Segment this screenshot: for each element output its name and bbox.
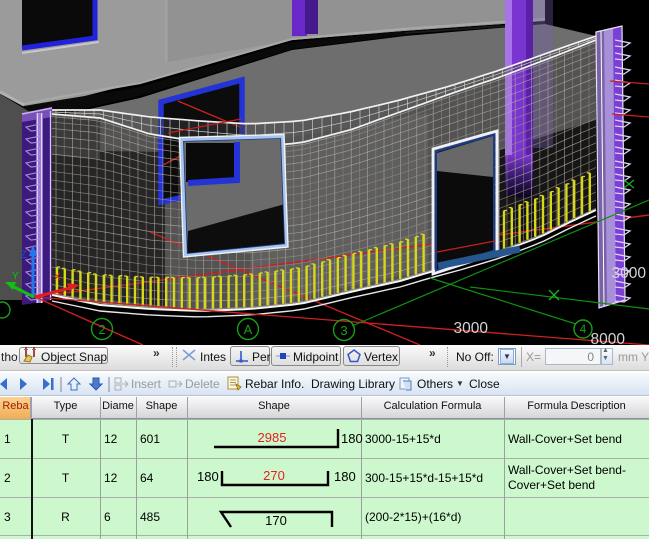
svg-text:Y: Y	[12, 271, 19, 282]
svg-text:3: 3	[340, 323, 347, 338]
svg-text:8000: 8000	[591, 331, 626, 345]
svg-text:X: X	[54, 272, 61, 283]
svg-text:A: A	[244, 322, 253, 337]
svg-text:Z: Z	[20, 249, 27, 261]
svg-text:3000: 3000	[612, 265, 647, 282]
svg-text:3000: 3000	[454, 320, 489, 337]
svg-text:4: 4	[580, 322, 587, 336]
svg-text:2: 2	[98, 322, 105, 337]
